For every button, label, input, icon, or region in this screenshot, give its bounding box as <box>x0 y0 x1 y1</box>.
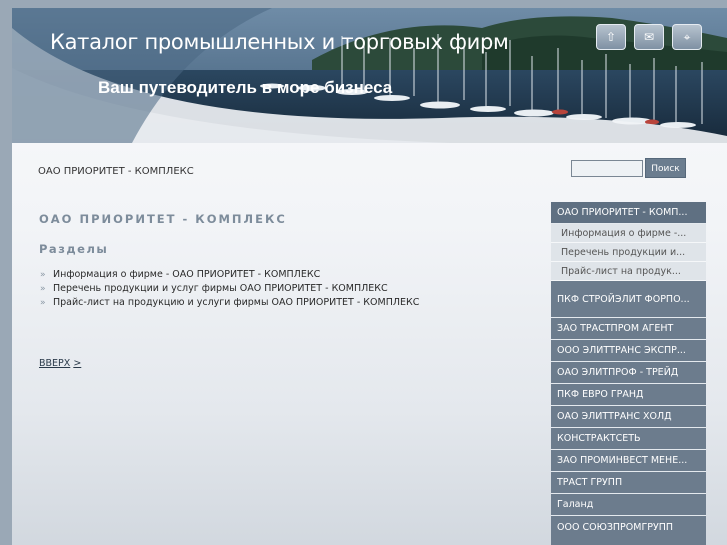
arrow-right-icon: > <box>73 358 82 369</box>
sidebar-item[interactable]: ТРАСТ ГРУПП <box>551 472 706 494</box>
sidebar-item-label: ПКФ ЕВРО ГРАНД <box>557 389 644 400</box>
sidebar-item-label: КОНСТРАКТСЕТЬ <box>557 433 641 444</box>
sidebar-item-label: ПКФ СТРОЙЭЛИТ ФОРПО... <box>557 293 690 305</box>
sidebar-item-label: ООО СОЮЗПРОМГРУПП <box>557 522 674 533</box>
sidebar-subitem-label: Перечень продукции и... <box>561 247 686 258</box>
sidebar-menu: ОАО ПРИОРИТЕТ - КОМП... Информация о фир… <box>551 202 706 545</box>
sidebar-item[interactable]: ООО СОЮЗПРОМГРУПП <box>551 516 706 545</box>
sidebar-item[interactable]: ОАО ЭЛИТТРАНС ХОЛД <box>551 406 706 428</box>
sidebar-subitem-pricelist[interactable]: Прайс-лист на продук... <box>551 262 706 281</box>
home-icon[interactable]: ⇧ <box>596 24 626 50</box>
sidebar-item[interactable]: КОНСТРАКТСЕТЬ <box>551 428 706 450</box>
mail-icon[interactable]: ✉ <box>634 24 664 50</box>
sidebar-item[interactable]: ЗАО ТРАСТПРОМ АГЕНТ <box>551 318 706 340</box>
sidebar-item-label: ОАО ПРИОРИТЕТ - КОМП... <box>557 207 688 218</box>
section-link-label[interactable]: Прайс-лист на продукцию и услуги фирмы О… <box>53 297 419 308</box>
sidebar-item-label: Галанд <box>557 499 594 510</box>
sidebar-item[interactable]: ОАО ЭЛИТПРОФ - ТРЕЙД <box>551 362 706 384</box>
bullet-icon: » <box>40 284 46 294</box>
sidebar-item[interactable]: ООО ЭЛИТТРАНС ЭКСПР... <box>551 340 706 362</box>
sidebar-subitem-products[interactable]: Перечень продукции и... <box>551 243 706 262</box>
sidebar-item-label: ТРАСТ ГРУПП <box>557 477 623 488</box>
bullet-icon: » <box>40 298 46 308</box>
sections-heading: Разделы <box>39 242 109 256</box>
page-title: ОАО ПРИОРИТЕТ - КОМПЛЕКС <box>39 212 287 226</box>
back-to-top-label[interactable]: ВВЕРХ <box>39 358 70 369</box>
sidebar-item[interactable]: ЗАО ПРОМИНВЕСТ МЕНЕ... <box>551 450 706 472</box>
section-link-label[interactable]: Информация о фирме - ОАО ПРИОРИТЕТ - КОМ… <box>53 269 320 280</box>
sidebar-item[interactable]: ПКФ СТРОЙЭЛИТ ФОРПО... <box>551 281 706 318</box>
sidebar-item-label: ООО ЭЛИТТРАНС ЭКСПР... <box>557 345 686 356</box>
sidebar-item[interactable]: ПКФ ЕВРО ГРАНД <box>551 384 706 406</box>
page-container: Каталог промышленных и торговых фирм Ваш… <box>12 8 727 545</box>
sidebar-subitem-label: Прайс-лист на продук... <box>561 266 681 277</box>
sidebar-item-label: ЗАО ПРОМИНВЕСТ МЕНЕ... <box>557 455 688 466</box>
sidebar-subitem-label: Информация о фирме -... <box>561 228 687 239</box>
section-link-label[interactable]: Перечень продукции и услуг фирмы ОАО ПРИ… <box>53 283 388 294</box>
sidebar-item-label: ЗАО ТРАСТПРОМ АГЕНТ <box>557 323 674 334</box>
header-banner: Каталог промышленных и торговых фирм Ваш… <box>12 8 727 143</box>
site-slogan: Ваш путеводитель в море бизнеса <box>98 78 393 97</box>
search-button[interactable]: Поиск <box>645 158 686 178</box>
sidebar-item-label: ОАО ЭЛИТТРАНС ХОЛД <box>557 411 672 422</box>
bullet-icon: » <box>40 270 46 280</box>
back-to-top-link[interactable]: ВВЕРХ > <box>39 358 81 369</box>
site-title: Каталог промышленных и торговых фирм <box>50 30 509 54</box>
sidebar-item-label: ОАО ЭЛИТПРОФ - ТРЕЙД <box>557 367 679 378</box>
sidebar-item-active[interactable]: ОАО ПРИОРИТЕТ - КОМП... <box>551 202 706 224</box>
sitemap-icon[interactable]: ⌖ <box>672 24 702 50</box>
section-link-info[interactable]: » Информация о фирме - ОАО ПРИОРИТЕТ - КО… <box>40 268 419 282</box>
search-input[interactable] <box>571 160 643 177</box>
breadcrumb: ОАО ПРИОРИТЕТ - КОМПЛЕКС <box>38 166 194 177</box>
section-link-products[interactable]: » Перечень продукции и услуг фирмы ОАО ПР… <box>40 282 419 296</box>
section-link-pricelist[interactable]: » Прайс-лист на продукцию и услуги фирмы … <box>40 296 419 310</box>
sidebar-item[interactable]: Галанд <box>551 494 706 516</box>
section-list: » Информация о фирме - ОАО ПРИОРИТЕТ - КО… <box>40 268 419 310</box>
sidebar-subitem-info[interactable]: Информация о фирме -... <box>551 224 706 243</box>
